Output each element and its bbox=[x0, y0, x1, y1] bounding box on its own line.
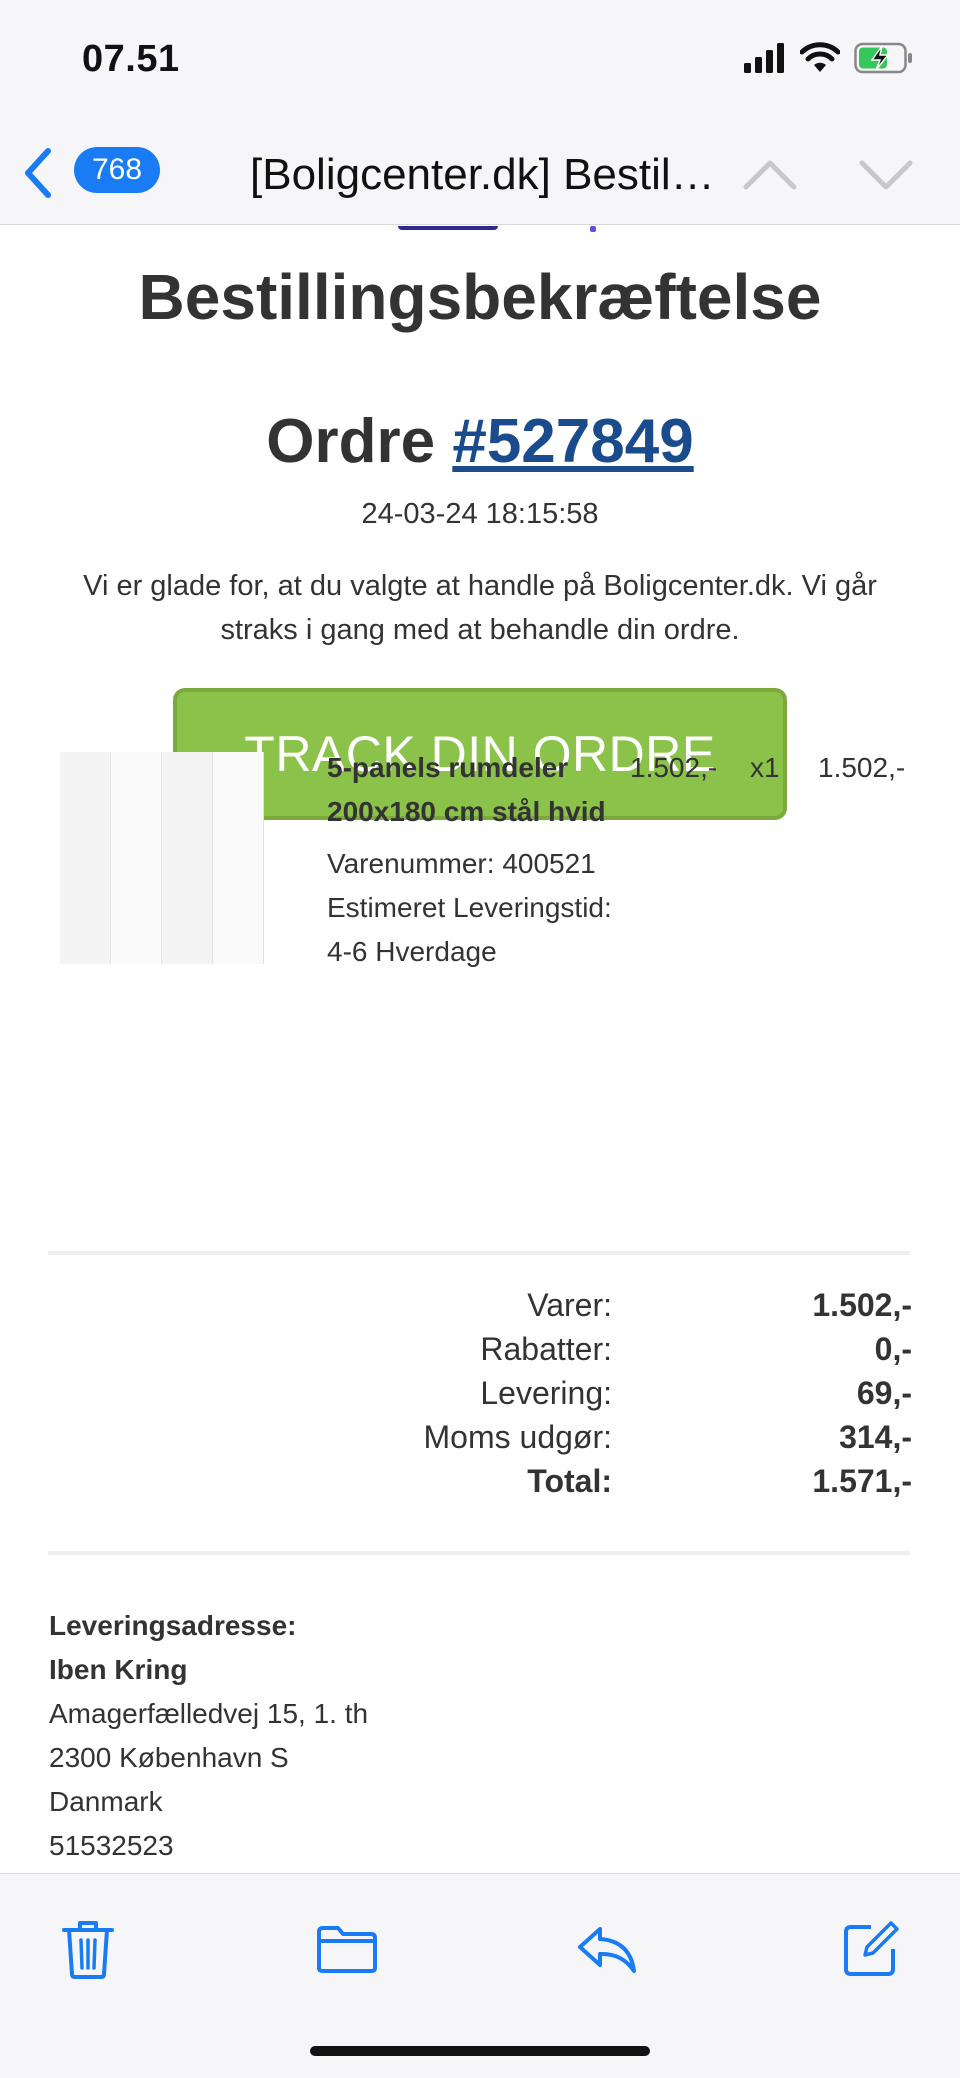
cellular-signal-icon bbox=[744, 43, 784, 73]
totals-row-delivery: Levering: 69,- bbox=[0, 1371, 960, 1415]
totals-label: Levering: bbox=[480, 1375, 612, 1411]
totals-label: Moms udgør: bbox=[423, 1419, 612, 1455]
divider bbox=[48, 1551, 910, 1555]
back-button[interactable] bbox=[18, 143, 58, 203]
divider bbox=[48, 1251, 910, 1255]
address-name: Iben Kring bbox=[49, 1654, 188, 1685]
mail-nav-bar: 768 [Boligcenter.dk] Bestillingsbekræfte… bbox=[0, 125, 960, 225]
battery-charging-icon bbox=[854, 42, 912, 74]
totals-label: Rabatter: bbox=[480, 1331, 612, 1367]
totals-row-items: Varer: 1.502,- bbox=[0, 1283, 960, 1327]
totals-label: Total: bbox=[527, 1463, 612, 1499]
address-country: Danmark bbox=[49, 1786, 163, 1817]
next-message-button[interactable] bbox=[856, 147, 916, 203]
product-meta: Varenummer: 400521 Estimeret Leveringsti… bbox=[327, 842, 727, 974]
logo-fragment-dot bbox=[590, 226, 596, 232]
product-image bbox=[60, 752, 264, 964]
order-date: 24-03-24 18:15:58 bbox=[361, 498, 599, 530]
product-image-panel bbox=[60, 752, 111, 964]
reply-button[interactable] bbox=[572, 1914, 642, 1984]
folder-icon bbox=[317, 1926, 377, 1973]
home-indicator[interactable] bbox=[310, 2046, 650, 2056]
totals-row-discounts: Rabatter: 0,- bbox=[0, 1327, 960, 1371]
reply-icon bbox=[578, 1927, 636, 1973]
intro-text: Vi er glade for, at du valgte at handle … bbox=[83, 570, 877, 646]
totals-row-total: Total: 1.571,- bbox=[0, 1459, 960, 1503]
chevron-left-icon bbox=[25, 148, 51, 198]
product-image-panel bbox=[111, 752, 162, 964]
delivery-address: Leveringsadresse: Iben Kring Amagerfælle… bbox=[49, 1604, 649, 1868]
mail-toolbar bbox=[0, 1873, 960, 2078]
product-quantity: x1 bbox=[750, 752, 780, 783]
move-folder-button[interactable] bbox=[312, 1914, 382, 1984]
previous-message-button[interactable] bbox=[740, 147, 800, 203]
order-prefix: Ordre bbox=[266, 407, 436, 476]
email-heading: Bestillingsbekræftelse bbox=[138, 261, 822, 333]
product-name: 5-panels rumdeler 200x180 cm stål hvid bbox=[327, 752, 606, 827]
totals-value: 1.571,- bbox=[812, 1463, 912, 1499]
delivery-time: 4-6 Hverdage bbox=[327, 936, 497, 967]
address-phone: 51532523 bbox=[49, 1830, 174, 1861]
status-time: 07.51 bbox=[82, 38, 180, 80]
product-unit-price: 1.502,- bbox=[630, 752, 718, 783]
totals-value: 69,- bbox=[856, 1375, 912, 1411]
chevron-down-icon bbox=[859, 160, 913, 190]
order-number-link[interactable]: #527849 bbox=[452, 407, 693, 476]
address-street: Amagerfælledvej 15, 1. th bbox=[49, 1698, 369, 1729]
email-subject-title: [Boligcenter.dk] Bestillingsbekræftelse bbox=[250, 150, 720, 199]
product-line-total: 1.502,- bbox=[818, 752, 906, 783]
status-icons bbox=[744, 42, 914, 74]
compose-button[interactable] bbox=[836, 1914, 906, 1984]
delivery-label: Estimeret Leveringstid: bbox=[327, 892, 612, 923]
logo-fragment bbox=[398, 226, 498, 230]
totals-row-vat: Moms udgør: 314,- bbox=[0, 1415, 960, 1459]
unread-count-badge[interactable]: 768 bbox=[74, 147, 160, 193]
totals-value: 0,- bbox=[874, 1331, 912, 1367]
order-number-line: Ordre #527849 bbox=[0, 406, 960, 477]
wifi-icon bbox=[800, 42, 840, 72]
product-sku: Varenummer: 400521 bbox=[327, 848, 596, 879]
totals-label: Varer: bbox=[527, 1287, 612, 1323]
status-bar: 07.51 bbox=[0, 0, 960, 125]
totals-value: 314,- bbox=[839, 1419, 912, 1455]
product-image-panel bbox=[162, 752, 213, 964]
address-city: 2300 København S bbox=[49, 1742, 289, 1773]
totals-value: 1.502,- bbox=[812, 1287, 912, 1323]
trash-icon bbox=[62, 1921, 114, 1979]
trash-button[interactable] bbox=[53, 1914, 123, 1984]
address-label: Leveringsadresse: bbox=[49, 1610, 297, 1641]
product-image-panel bbox=[213, 752, 264, 964]
compose-icon bbox=[844, 1921, 899, 1976]
chevron-up-icon bbox=[743, 160, 797, 190]
